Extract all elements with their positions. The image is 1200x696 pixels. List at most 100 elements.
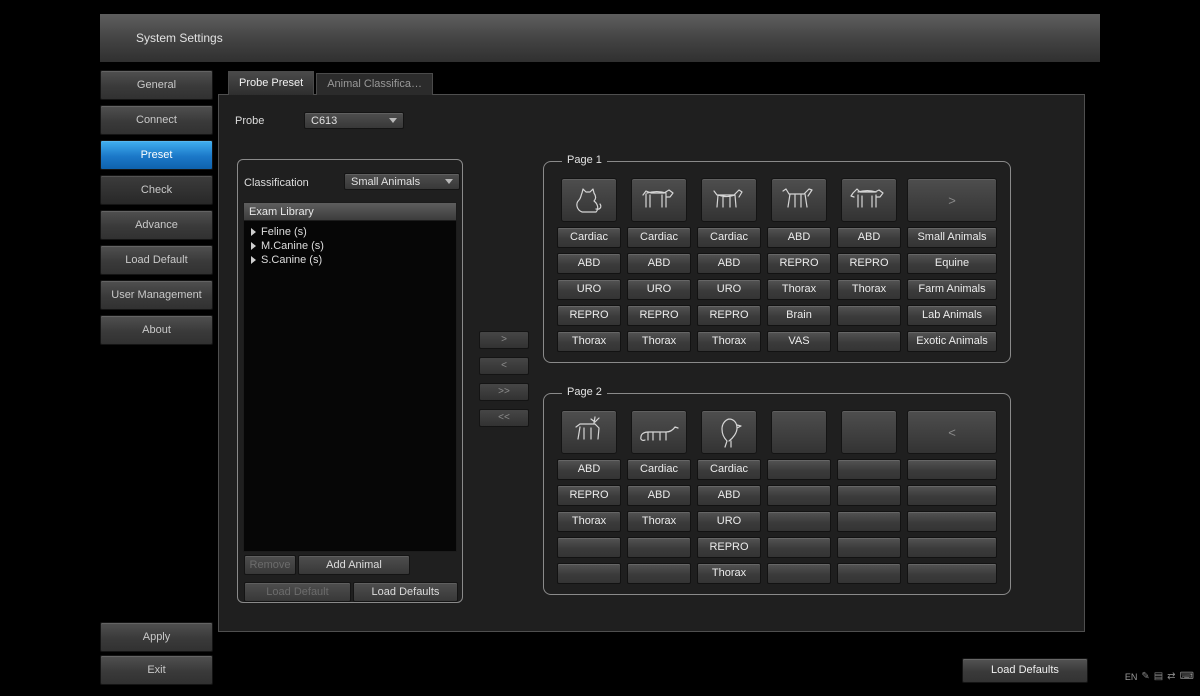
- exam-button-abd[interactable]: ABD: [837, 227, 901, 248]
- sidebar-item-general[interactable]: General: [100, 70, 213, 100]
- exam-button-empty[interactable]: [837, 537, 901, 558]
- sidebar-item-connect[interactable]: Connect: [100, 105, 213, 135]
- exam-button-repro[interactable]: REPRO: [557, 485, 621, 506]
- exam-button-equine[interactable]: Equine: [907, 253, 997, 274]
- sidebar-item-preset[interactable]: Preset: [100, 140, 213, 170]
- exam-button-empty[interactable]: [837, 563, 901, 584]
- exam-button-empty[interactable]: [767, 563, 831, 584]
- move-right-button[interactable]: >: [479, 331, 529, 349]
- exam-button-empty[interactable]: [627, 537, 691, 558]
- empty-tile[interactable]: [771, 410, 827, 454]
- goat-animal-tile[interactable]: [771, 178, 827, 222]
- sidebar-item-advance[interactable]: Advance: [100, 210, 213, 240]
- move-all-right-button[interactable]: >>: [479, 383, 529, 401]
- exam-button-empty[interactable]: [837, 485, 901, 506]
- exam-button-abd[interactable]: ABD: [557, 459, 621, 480]
- prev-page-tile[interactable]: <: [907, 410, 997, 454]
- tree-item-feline-s[interactable]: Feline (s): [244, 225, 456, 239]
- exam-button-thorax[interactable]: Thorax: [767, 279, 831, 300]
- classification-select[interactable]: Small Animals: [344, 173, 460, 190]
- exam-button-cardiac[interactable]: Cardiac: [557, 227, 621, 248]
- exam-button-brain[interactable]: Brain: [767, 305, 831, 326]
- exam-button-empty[interactable]: [627, 563, 691, 584]
- exam-button-abd[interactable]: ABD: [697, 485, 761, 506]
- load-defaults-button[interactable]: Load Defaults: [353, 582, 458, 602]
- exam-button-empty[interactable]: [907, 537, 997, 558]
- exam-button-empty[interactable]: [557, 537, 621, 558]
- add-animal-button[interactable]: Add Animal: [298, 555, 410, 575]
- exam-button-abd[interactable]: ABD: [697, 253, 761, 274]
- exam-button-repro[interactable]: REPRO: [557, 305, 621, 326]
- exam-button-empty[interactable]: [767, 537, 831, 558]
- tab-probe-preset[interactable]: Probe Preset: [228, 71, 314, 95]
- tree-item-s-canine-s[interactable]: S.Canine (s): [244, 253, 456, 267]
- sidebar-item-load-default[interactable]: Load Default: [100, 245, 213, 275]
- exam-button-repro[interactable]: REPRO: [837, 253, 901, 274]
- exam-button-lab-animals[interactable]: Lab Animals: [907, 305, 997, 326]
- collapse-arrow-icon[interactable]: [251, 228, 256, 236]
- next-page-tile[interactable]: >: [907, 178, 997, 222]
- exam-button-thorax[interactable]: Thorax: [837, 279, 901, 300]
- exam-button-uro[interactable]: URO: [697, 511, 761, 532]
- exam-button-abd[interactable]: ABD: [627, 253, 691, 274]
- exam-button-empty[interactable]: [837, 459, 901, 480]
- exam-button-empty[interactable]: [837, 331, 901, 352]
- cow-animal-tile[interactable]: [841, 178, 897, 222]
- exam-button-uro[interactable]: URO: [697, 279, 761, 300]
- exam-button-cardiac[interactable]: Cardiac: [627, 459, 691, 480]
- exam-button-repro[interactable]: REPRO: [697, 537, 761, 558]
- exit-button[interactable]: Exit: [100, 655, 213, 685]
- sidebar-item-user-management[interactable]: User Management: [100, 280, 213, 310]
- footer-load-defaults-button[interactable]: Load Defaults: [962, 658, 1088, 683]
- exam-button-thorax[interactable]: Thorax: [697, 563, 761, 584]
- exam-button-vas[interactable]: VAS: [767, 331, 831, 352]
- sidebar-item-check[interactable]: Check: [100, 175, 213, 205]
- exam-button-empty[interactable]: [837, 305, 901, 326]
- collapse-arrow-icon[interactable]: [251, 256, 256, 264]
- exam-button-uro[interactable]: URO: [627, 279, 691, 300]
- exam-button-thorax[interactable]: Thorax: [557, 511, 621, 532]
- exam-button-repro[interactable]: REPRO: [767, 253, 831, 274]
- exam-button-thorax[interactable]: Thorax: [627, 511, 691, 532]
- exam-button-empty[interactable]: [907, 485, 997, 506]
- exam-button-cardiac[interactable]: Cardiac: [697, 459, 761, 480]
- exam-button-empty[interactable]: [767, 485, 831, 506]
- move-all-left-button[interactable]: <<: [479, 409, 529, 427]
- dog-animal-tile[interactable]: [631, 178, 687, 222]
- empty-tile[interactable]: [841, 410, 897, 454]
- exam-button-small-animals[interactable]: Small Animals: [907, 227, 997, 248]
- exam-button-repro[interactable]: REPRO: [627, 305, 691, 326]
- load-default-button[interactable]: Load Default: [244, 582, 351, 602]
- exam-button-abd[interactable]: ABD: [557, 253, 621, 274]
- tree-item-m-canine-s[interactable]: M.Canine (s): [244, 239, 456, 253]
- exam-button-abd[interactable]: ABD: [627, 485, 691, 506]
- ferret-animal-tile[interactable]: [631, 410, 687, 454]
- exam-button-farm-animals[interactable]: Farm Animals: [907, 279, 997, 300]
- dog2-animal-tile[interactable]: [701, 178, 757, 222]
- probe-select[interactable]: C613: [304, 112, 404, 129]
- exam-button-empty[interactable]: [907, 511, 997, 532]
- exam-button-thorax[interactable]: Thorax: [627, 331, 691, 352]
- bird-animal-tile[interactable]: [701, 410, 757, 454]
- exam-button-repro[interactable]: REPRO: [697, 305, 761, 326]
- deer-animal-tile[interactable]: [561, 410, 617, 454]
- exam-button-abd[interactable]: ABD: [767, 227, 831, 248]
- tab-animal-classifica[interactable]: Animal Classifica…: [316, 73, 433, 95]
- exam-button-empty[interactable]: [837, 511, 901, 532]
- exam-button-empty[interactable]: [907, 563, 997, 584]
- exam-button-cardiac[interactable]: Cardiac: [627, 227, 691, 248]
- move-left-button[interactable]: <: [479, 357, 529, 375]
- exam-button-empty[interactable]: [557, 563, 621, 584]
- exam-button-thorax[interactable]: Thorax: [557, 331, 621, 352]
- exam-button-empty[interactable]: [767, 511, 831, 532]
- exam-button-uro[interactable]: URO: [557, 279, 621, 300]
- exam-button-thorax[interactable]: Thorax: [697, 331, 761, 352]
- exam-button-empty[interactable]: [767, 459, 831, 480]
- exam-button-cardiac[interactable]: Cardiac: [697, 227, 761, 248]
- cat-animal-tile[interactable]: [561, 178, 617, 222]
- exam-button-exotic-animals[interactable]: Exotic Animals: [907, 331, 997, 352]
- collapse-arrow-icon[interactable]: [251, 242, 256, 250]
- sidebar-item-about[interactable]: About: [100, 315, 213, 345]
- apply-button[interactable]: Apply: [100, 622, 213, 652]
- exam-button-empty[interactable]: [907, 459, 997, 480]
